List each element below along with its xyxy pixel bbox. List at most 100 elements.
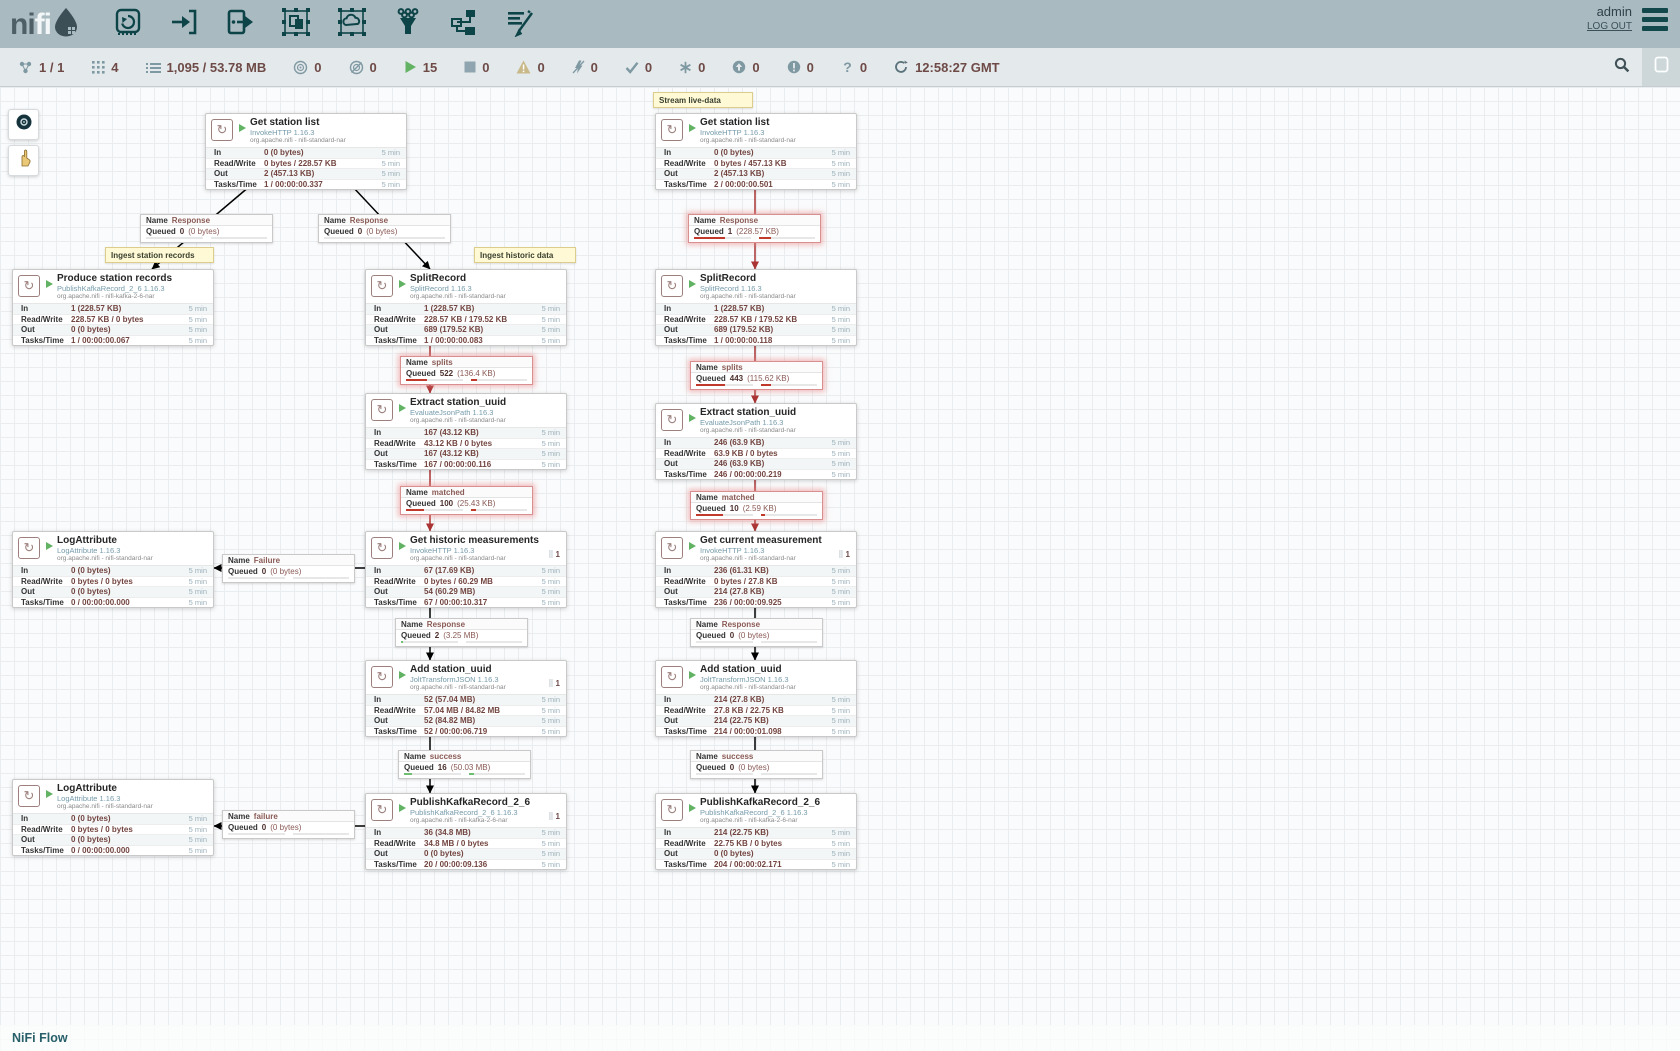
queued-size: (3.25 MB) (443, 631, 478, 640)
processor-produce-station-records[interactable]: ↻Produce station recordsPublishKafkaReco… (12, 269, 214, 346)
processor-name: SplitRecord (700, 273, 796, 284)
processor-add-station-uuid-live[interactable]: ↻Add station_uuidJoltTransformJSON 1.16.… (655, 660, 857, 737)
stat-row-read-write: Read/Write0 bytes / 0 bytes5 min (13, 825, 213, 836)
stat-label: Tasks/Time (214, 180, 264, 189)
stat-label: Out (374, 716, 424, 725)
processor-logattribute-1[interactable]: ↻LogAttributeLogAttribute 1.16.3org.apac… (12, 531, 214, 608)
processor-extract-station-uuid-live[interactable]: ↻Extract station_uuidEvaluateJsonPath 1.… (655, 403, 857, 480)
stat-value: 0 (0 bytes) (71, 587, 179, 596)
connection-queued-row: Queued443(115.62 KB) (691, 373, 822, 383)
status-queued-count: 1,095 / 53.78 MB (167, 60, 267, 75)
size-threshold-bar (293, 577, 350, 579)
processor-type-icon: ↻ (661, 119, 683, 141)
connection-success-to-publish-live[interactable]: NamesuccessQueued0(0 bytes) (690, 750, 823, 779)
birdseye-toggle-button[interactable] (1642, 48, 1680, 86)
flow-canvas[interactable]: Stream live-data Ingest station records In… (0, 87, 1680, 1051)
stat-label: Tasks/Time (21, 598, 71, 607)
stat-row-tasks-time: Tasks/Time1 / 00:00:00.3375 min (206, 180, 406, 190)
running-status-icon (399, 542, 406, 550)
global-menu-button[interactable] (1642, 8, 1668, 31)
stopped-icon (464, 61, 476, 73)
processor-header: ↻Get current measurementInvokeHTTP 1.16.… (656, 532, 856, 565)
stat-row-in: In236 (61.31 KB)5 min (656, 566, 856, 577)
label-ingest-historic-data[interactable]: Ingest historic data (474, 247, 576, 263)
stat-label: Out (664, 169, 714, 178)
connection-failure-to-log-2[interactable]: NamefailureQueued0(0 bytes) (222, 810, 355, 839)
stat-row-tasks-time: Tasks/Time1 / 00:00:00.0835 min (366, 336, 566, 346)
object-threshold-bar (404, 773, 461, 775)
flow-status-bar: 1 / 141,095 / 53.78 MB00150000000?012:58… (0, 48, 1680, 87)
stat-label: Out (374, 587, 424, 596)
processor-bundle: org.apache.nifi - nifi-standard-nar (700, 293, 796, 301)
processor-name: Get historic measurements (410, 535, 539, 546)
stat-value: 0 (0 bytes) (71, 325, 179, 334)
connection-success-to-publish-historic[interactable]: NamesuccessQueued16(50.03 MB) (398, 750, 531, 779)
component-template[interactable] (447, 7, 481, 41)
running-status-icon (689, 280, 696, 288)
processor-splitrecord-live[interactable]: ↻SplitRecordSplitRecord 1.16.3org.apache… (655, 269, 857, 346)
processor-get-station-list-historic[interactable]: ↻Get station listInvokeHTTP 1.16.3org.ap… (205, 113, 407, 190)
stat-window: 5 min (822, 849, 850, 858)
navigate-tool-button[interactable] (8, 109, 39, 140)
stat-row-read-write: Read/Write0 bytes / 457.13 KB5 min (656, 159, 856, 170)
breadcrumb[interactable]: NiFi Flow (12, 1031, 68, 1045)
search-button[interactable] (1602, 48, 1642, 86)
component-remote-process-group[interactable] (335, 7, 369, 41)
processor-logattribute-2[interactable]: ↻LogAttributeLogAttribute 1.16.3org.apac… (12, 779, 214, 856)
connection-response-to-add-historic[interactable]: NameResponseQueued2(3.25 MB) (395, 618, 528, 647)
refresh-status[interactable]: 12:58:27 GMT (894, 60, 1000, 75)
label-stream-live-data[interactable]: Stream live-data (653, 92, 753, 108)
processor-get-current-measurement[interactable]: ↻Get current measurementInvokeHTTP 1.16.… (655, 531, 857, 608)
connection-splits-live[interactable]: NamesplitsQueued443(115.62 KB) (690, 361, 823, 390)
stat-value: 1 / 00:00:00.118 (714, 336, 822, 345)
processor-publishkafka-live[interactable]: ↻PublishKafkaRecord_2_6PublishKafkaRecor… (655, 793, 857, 870)
stat-window: 5 min (532, 304, 560, 313)
processor-header: ↻SplitRecordSplitRecord 1.16.3org.apache… (366, 270, 566, 303)
connection-failure-to-log-1[interactable]: NameFailureQueued0(0 bytes) (222, 554, 355, 583)
component-output-port[interactable] (223, 7, 257, 41)
stat-window: 5 min (532, 839, 560, 848)
active-threads-count: 1 (556, 679, 560, 688)
object-threshold-bar (228, 577, 285, 579)
name-key: Name (694, 216, 716, 225)
component-process-group[interactable] (279, 7, 313, 41)
object-threshold-bar (696, 514, 753, 516)
connection-matched-live[interactable]: NamematchedQueued10(2.59 KB) (690, 491, 823, 520)
component-label[interactable] (503, 7, 537, 41)
processor-add-station-uuid-historic[interactable]: ↻Add station_uuidJoltTransformJSON 1.16.… (365, 660, 567, 737)
label-ingest-station-records[interactable]: Ingest station records (105, 247, 214, 263)
processor-extract-station-uuid-historic[interactable]: ↻Extract station_uuidEvaluateJsonPath 1.… (365, 393, 567, 470)
connection-response-to-produce[interactable]: NameResponseQueued0(0 bytes) (140, 214, 273, 243)
running-status-icon (399, 404, 406, 412)
connection-queued-row: Queued100(25.43 KB) (401, 498, 532, 508)
component-funnel[interactable] (391, 7, 425, 41)
relationship-name: Failure (254, 556, 280, 565)
processor-publishkafka-historic[interactable]: ↻PublishKafkaRecord_2_6PublishKafkaRecor… (365, 793, 567, 870)
component-processor[interactable] (111, 7, 145, 41)
stat-window: 5 min (532, 587, 560, 596)
processor-splitrecord-historic[interactable]: ↻SplitRecordSplitRecord 1.16.3org.apache… (365, 269, 567, 346)
stat-value: 67 / 00:00:10.317 (424, 598, 532, 607)
relationship-name: Response (427, 620, 465, 629)
size-threshold-bar (293, 833, 350, 835)
select-hand-tool-button[interactable] (8, 145, 39, 176)
processor-get-historic-measurements[interactable]: ↻Get historic measurementsInvokeHTTP 1.1… (365, 531, 567, 608)
component-input-port[interactable] (167, 7, 201, 41)
name-key: Name (228, 556, 250, 565)
stat-window: 5 min (179, 846, 207, 855)
connection-splits-historic[interactable]: NamesplitsQueued522(136.4 KB) (400, 356, 533, 385)
processor-get-station-list-live[interactable]: ↻Get station listInvokeHTTP 1.16.3org.ap… (655, 113, 857, 190)
size-threshold-bar (761, 384, 818, 386)
stat-row-out: Out0 (0 bytes)5 min (366, 849, 566, 860)
top-header: nifi admin LOG OUT (0, 0, 1680, 48)
connection-response-to-split-live[interactable]: NameResponseQueued1(228.57 KB) (688, 214, 821, 243)
connection-response-to-add-live[interactable]: NameResponseQueued0(0 bytes) (690, 618, 823, 647)
connection-response-to-split-historic[interactable]: NameResponseQueued0(0 bytes) (318, 214, 451, 243)
connection-name-row: NameResponse (691, 619, 822, 630)
stat-window: 5 min (822, 695, 850, 704)
stat-value: 214 (22.75 KB) (714, 828, 822, 837)
processor-type: JoltTransformJSON 1.16.3 (700, 675, 796, 684)
connection-matched-historic[interactable]: NamematchedQueued100(25.43 KB) (400, 486, 533, 515)
logout-link[interactable]: LOG OUT (1587, 19, 1632, 34)
stat-row-out: Out2 (457.13 KB)5 min (206, 169, 406, 180)
